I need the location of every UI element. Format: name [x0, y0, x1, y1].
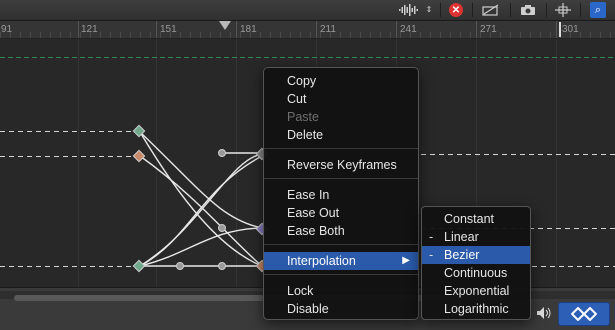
submenu-item-logarithmic[interactable]: Logarithmic	[422, 300, 530, 318]
camera-icon[interactable]	[519, 2, 537, 18]
ruler-tick-label: 91	[1, 24, 13, 35]
submenu-item-linear[interactable]: - Linear	[422, 228, 530, 246]
menu-item-paste: Paste	[287, 110, 319, 124]
ruler-tick-label: 211	[320, 24, 336, 35]
transform-icon[interactable]	[481, 2, 501, 18]
menu-item-disable[interactable]: Disable	[264, 300, 418, 318]
keyframe-diamonds	[132, 124, 269, 273]
waveform-icon[interactable]	[398, 2, 420, 18]
menu-item-copy[interactable]: Copy	[264, 72, 418, 90]
submenu-item-continuous[interactable]: Continuous	[422, 264, 530, 282]
ruler-tick-label: 301	[562, 24, 579, 35]
menu-item-ease-out[interactable]: Ease Out	[264, 204, 418, 222]
updown-arrows-icon[interactable]: ⇕	[424, 2, 434, 18]
ruler-tick-label: 271	[480, 24, 497, 35]
playhead-marker[interactable]	[219, 21, 231, 30]
search-icon[interactable]: ⌕	[589, 2, 607, 18]
fit-icon[interactable]	[554, 2, 572, 18]
menu-item-interpolation[interactable]: Interpolation ▶	[264, 252, 418, 270]
submenu-item-constant[interactable]: Constant	[422, 210, 530, 228]
menu-item-reverse-keyframes[interactable]: Reverse Keyframes	[264, 156, 418, 174]
ruler-tick-label: 181	[240, 24, 257, 35]
menu-item-cut[interactable]: Cut	[264, 90, 418, 108]
submenu-arrow-icon: ▶	[402, 255, 410, 266]
speaker-icon[interactable]	[533, 304, 555, 322]
interpolation-submenu: Constant - Linear - Bezier Continuous Expo…	[421, 206, 531, 320]
submenu-item-bezier[interactable]: - Bezier	[422, 246, 530, 264]
context-menu: Copy Cut Paste Delete Reverse Keyframes …	[263, 67, 419, 320]
timeline-toolbar: ⇕ ✕ ⌕	[0, 0, 615, 21]
ruler-tick-label: 151	[160, 24, 177, 35]
ruler-tick-label: 121	[81, 24, 98, 35]
menu-item-delete[interactable]: Delete	[264, 126, 418, 144]
menu-item-ease-in[interactable]: Ease In	[264, 186, 418, 204]
menu-item-lock[interactable]: Lock	[264, 282, 418, 300]
submenu-item-exponential[interactable]: Exponential	[422, 282, 530, 300]
keyframe-toggle-button[interactable]	[558, 302, 610, 326]
timeline-ruler[interactable]: 91 121 151 181 211 241 271 301	[0, 21, 615, 39]
record-icon[interactable]: ✕	[448, 2, 464, 18]
ruler-tick-label: 241	[400, 24, 417, 35]
menu-item-ease-both[interactable]: Ease Both	[264, 222, 418, 240]
out-point-marker[interactable]	[559, 22, 561, 37]
